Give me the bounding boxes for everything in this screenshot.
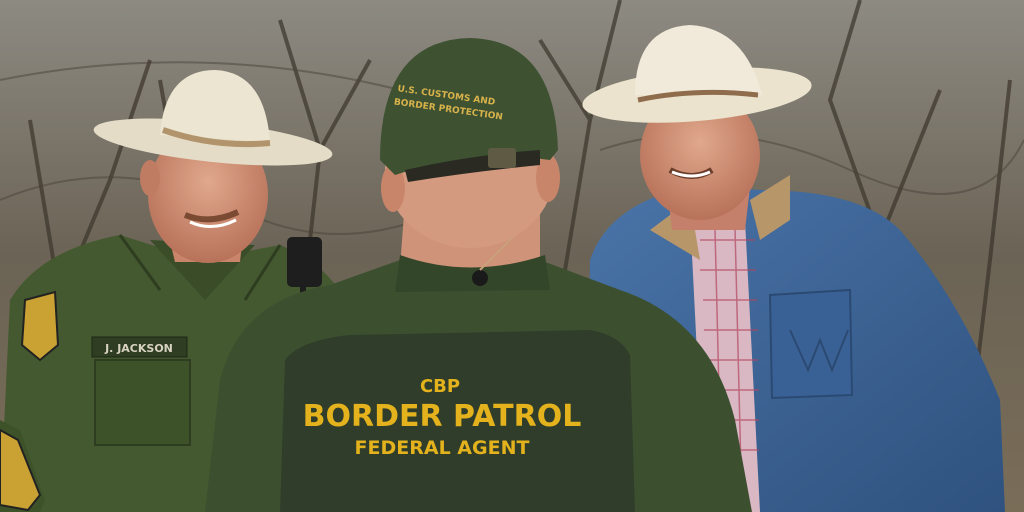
name-tag-text: J. JACKSON — [104, 342, 173, 355]
vest-subtitle-text: FEDERAL AGENT — [355, 437, 530, 459]
vest-title-text: BORDER PATROL — [303, 399, 582, 434]
radio-icon — [287, 237, 322, 287]
photo-illustration: J. JACKSON CBP BORDER PATROL FEDERAL AGE… — [0, 0, 1024, 512]
photo-scene: J. JACKSON CBP BORDER PATROL FEDERAL AGE… — [0, 0, 1024, 512]
microphone-icon — [472, 270, 488, 286]
shoulder-patch — [20, 290, 60, 362]
vest-agency-text: CBP — [420, 376, 460, 397]
